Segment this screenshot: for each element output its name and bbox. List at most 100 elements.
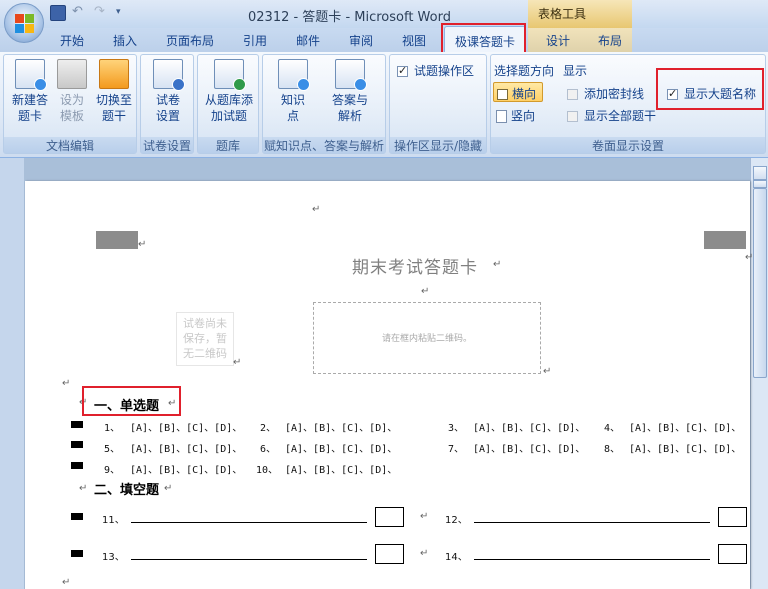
score-box[interactable] [375,507,404,527]
mc-options[interactable]: [A]、[B]、[C]、[D]、 [629,419,741,434]
tab-view[interactable]: 视图 [402,32,426,49]
show-all-stems-checkbox[interactable]: 显示全部题干 [567,107,656,124]
add-from-bank-button[interactable]: 从题库添 加试题 [201,59,257,124]
paragraph-mark: ↵ [312,204,321,215]
button-label: 新建答 [11,93,48,107]
tab-references[interactable]: 引用 [243,32,267,49]
answer-icon [335,59,367,91]
note-line: 无二维码 [183,347,227,360]
section-fill-blank-title: 二、填空题 [94,483,160,498]
button-label: 从题库添 [204,93,253,107]
question-number: 12、 [445,515,468,526]
ribbon: 新建答 题卡 设为 模板 切换至 题干 文档编辑 试卷 设置 试卷设置 从题库添… [0,52,768,158]
question-number: 6、 [260,444,277,455]
tab-page-layout[interactable]: 页面布局 [166,32,214,49]
set-as-template-button[interactable]: 设为 模板 [54,59,90,124]
question-number: 1、 [104,423,121,434]
paragraph-mark: ↵ [493,259,502,270]
question-number: 14、 [445,552,468,563]
mc-options[interactable]: [A]、[B]、[C]、[D]、 [285,419,397,434]
option-label: 横向 [512,87,537,101]
paper-settings-button[interactable]: 试卷 设置 [145,59,191,124]
mc-options[interactable]: [A]、[B]、[C]、[D]、 [130,419,242,434]
tab-review[interactable]: 审阅 [349,32,373,49]
unsaved-qr-note: 试卷尚未 保存，暂 无二维码 [176,312,234,366]
tab-layout[interactable]: 布局 [598,32,622,49]
question-number: 8、 [604,444,621,455]
marker-square [71,513,83,520]
undo-icon[interactable]: ↶ [72,5,88,21]
score-box[interactable] [718,544,747,564]
question-number: 3、 [448,423,465,434]
button-label: 知识 [280,93,305,107]
template-icon [57,59,87,89]
ribbon-tab-row: 开始 插入 页面布局 引用 邮件 审阅 视图 极课答题卡 设计 布局 [0,26,768,54]
quick-access-toolbar: ↶ ↷ ▾ [50,5,132,21]
mc-options[interactable]: [A]、[B]、[C]、[D]、 [285,440,397,455]
score-box[interactable] [718,507,747,527]
note-line: 试卷尚未 [183,317,227,330]
answer-analysis-button[interactable]: 答案与 解析 [325,59,375,124]
checkbox-unchecked-icon [567,89,578,100]
scroll-up-icon[interactable] [753,180,767,188]
vertical-scrollbar[interactable] [750,158,768,589]
tab-insert[interactable]: 插入 [113,32,137,49]
button-label: 切换至 [95,93,132,107]
customize-toolbar-icon[interactable]: ▾ [116,5,132,21]
group-label: 赋知识点、答案与解析 [263,137,385,153]
question-bank-icon [214,59,246,91]
paragraph-mark: ↵ [420,548,429,559]
button-label: 加试题 [210,109,247,123]
paragraph-mark: ↵ [543,366,552,377]
button-label: 答案与 [331,93,368,107]
marker-square [71,441,83,448]
mc-options[interactable]: [A]、[B]、[C]、[D]、 [629,440,741,455]
button-label: 题干 [101,109,126,123]
answer-line[interactable] [131,522,367,523]
save-icon[interactable] [50,5,66,21]
seal-line-checkbox[interactable]: 添加密封线 [567,85,644,102]
context-group-table-tools: 表格工具 [528,0,632,28]
highlight-show-section-names [656,68,764,110]
checkbox-checked-icon [397,64,408,77]
answer-line[interactable] [474,522,710,523]
answer-line[interactable] [474,559,710,560]
checkbox-label: 显示全部题干 [584,109,657,123]
mc-options[interactable]: [A]、[B]、[C]、[D]、 [285,461,397,476]
question-number: 2、 [260,423,277,434]
operation-area-checkbox[interactable]: 试题操作区 [397,62,474,79]
office-button[interactable] [4,3,44,43]
mc-options[interactable]: [A]、[B]、[C]、[D]、 [130,440,242,455]
question-number: 9、 [104,465,121,476]
horizontal-option[interactable]: 横向 [493,82,543,102]
group-document-edit: 新建答 题卡 设为 模板 切换至 题干 文档编辑 [3,54,137,154]
qr-code-placeholder[interactable]: 请在框内粘贴二维码。 [313,302,541,374]
scroll-thumb[interactable] [753,188,767,378]
checkbox-label: 试题操作区 [414,64,475,78]
vertical-option[interactable]: 竖向 [496,107,535,124]
mc-options[interactable]: [A]、[B]、[C]、[D]、 [473,419,585,434]
paragraph-mark: ↵ [62,577,71,588]
paragraph-mark: ↵ [62,378,71,389]
marker-square [71,550,83,557]
ruler-toggle-icon[interactable] [753,166,767,180]
tab-home[interactable]: 开始 [60,32,84,49]
question-number: 13、 [102,552,125,563]
window-title: 02312 - 答题卡 - Microsoft Word [248,10,451,25]
knowledge-point-button[interactable]: 知识 点 [273,59,313,124]
group-label: 题库 [198,137,258,153]
tab-mailings[interactable]: 邮件 [296,32,320,49]
mc-options[interactable]: [A]、[B]、[C]、[D]、 [130,461,242,476]
score-box[interactable] [375,544,404,564]
switch-to-stem-button[interactable]: 切换至 题干 [92,59,136,124]
new-answer-card-button[interactable]: 新建答 题卡 [7,59,53,124]
group-operation-area: 试题操作区 操作区显示/隐藏 [389,54,487,154]
redo-icon[interactable]: ↷ [94,5,110,21]
question-number: 10、 [256,465,279,476]
mc-options[interactable]: [A]、[B]、[C]、[D]、 [473,440,585,455]
answer-line[interactable] [131,559,367,560]
question-number: 5、 [104,444,121,455]
question-number: 11、 [102,515,125,526]
question-number: 7、 [448,444,465,455]
tab-design[interactable]: 设计 [546,32,570,49]
